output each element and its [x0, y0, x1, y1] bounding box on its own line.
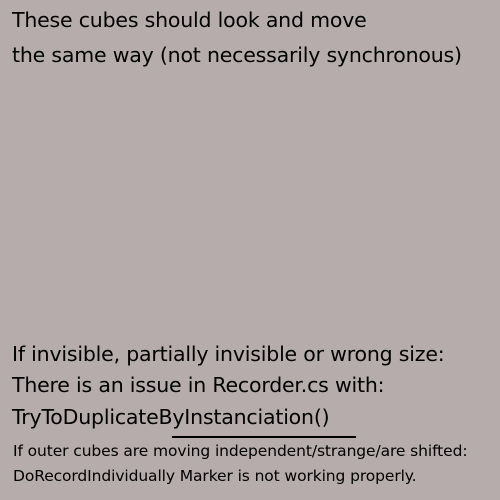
marker-line-2: DoRecordIndividually Marker is not worki…	[13, 467, 417, 485]
method-name: TryToDuplicateByInstanciation()	[12, 405, 330, 429]
issue-line-2: There is an issue in Recorder.cs with:	[12, 373, 385, 397]
marker-line-1: If outer cubes are moving independent/st…	[13, 442, 468, 460]
method-underline	[172, 436, 356, 438]
instruction-line-1: These cubes should look and move	[12, 8, 367, 32]
issue-line-1: If invisible, partially invisible or wro…	[12, 342, 445, 366]
instruction-line-2: the same way (not necessarily synchronou…	[12, 43, 462, 67]
